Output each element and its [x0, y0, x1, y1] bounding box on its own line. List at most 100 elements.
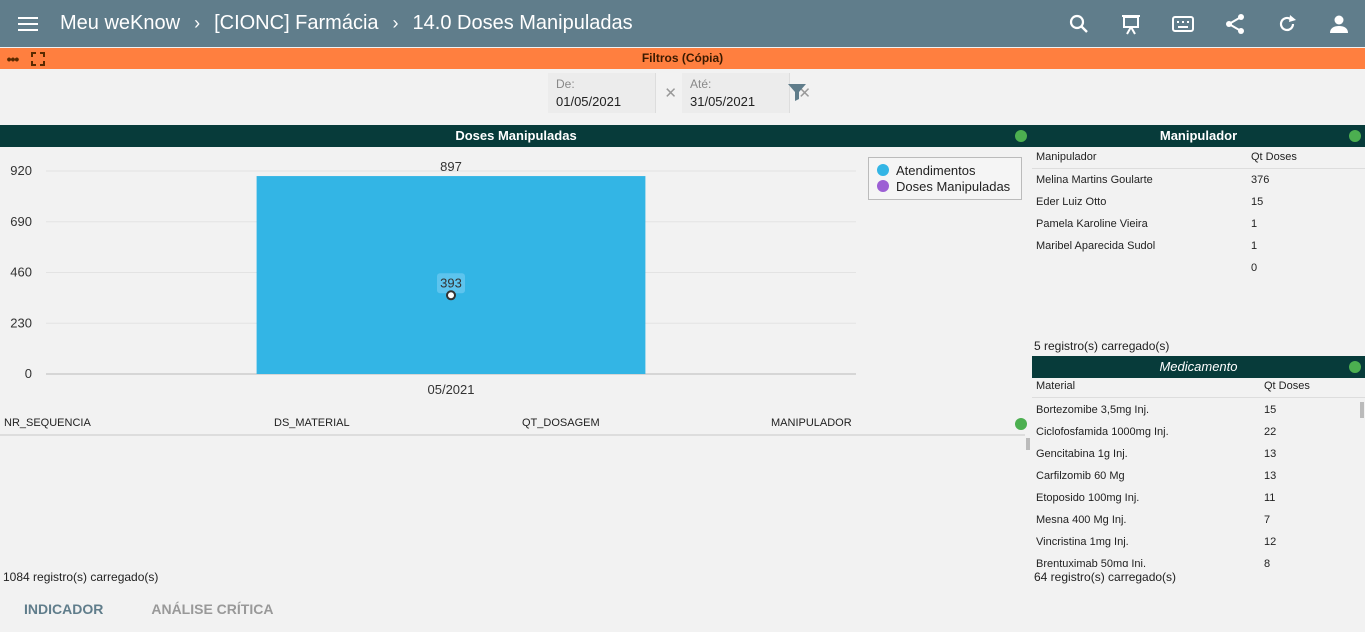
- date-from-label: De:: [556, 77, 575, 91]
- keyboard-button[interactable]: [1157, 0, 1209, 47]
- column-header[interactable]: MANIPULADOR: [771, 417, 852, 429]
- legend-label: Atendimentos: [896, 162, 976, 178]
- chevron-right-icon: ›: [392, 13, 399, 33]
- cell-name: Gencitabina 1g Inj.: [1036, 448, 1128, 460]
- cell-name: Vincristina 1mg Inj.: [1036, 536, 1129, 548]
- tab-indicador[interactable]: INDICADOR: [0, 598, 127, 620]
- date-filters: De: 01/05/2021 ✕ Até: 31/05/2021 ✕: [548, 73, 811, 113]
- column-header[interactable]: QT_DOSAGEM: [522, 417, 600, 429]
- grid-records-count: 1084 registro(s) carregado(s): [3, 570, 159, 584]
- filter-bar: ••• Filtros (Cópia): [0, 48, 1365, 69]
- table-row[interactable]: Etoposido 100mg Inj. 11: [1032, 488, 1362, 510]
- table-row[interactable]: Pamela Karoline Vieira 1: [1032, 214, 1362, 236]
- x-tick-label: 05/2021: [428, 382, 475, 397]
- presentation-icon: [1122, 14, 1140, 34]
- share-button[interactable]: [1209, 0, 1261, 47]
- table-row[interactable]: Mesna 400 Mg Inj. 7: [1032, 510, 1362, 532]
- search-icon: [1069, 14, 1088, 33]
- column-header[interactable]: Qt Doses: [1264, 380, 1310, 392]
- cell-name: Bortezomibe 3,5mg Inj.: [1036, 404, 1150, 416]
- manipulador-records-count: 5 registro(s) carregado(s): [1034, 339, 1170, 353]
- hamburger-icon: [18, 16, 38, 31]
- top-actions: [1053, 0, 1365, 47]
- user-icon: [1330, 15, 1348, 33]
- table-row[interactable]: Bortezomibe 3,5mg Inj. 15: [1032, 400, 1362, 422]
- table-row[interactable]: Vincristina 1mg Inj. 12: [1032, 532, 1362, 554]
- table-row[interactable]: Brentuximab 50mg Inj. 8: [1032, 554, 1362, 567]
- share-icon: [1226, 13, 1244, 34]
- date-from-value[interactable]: 01/05/2021: [556, 94, 647, 109]
- table-header: Manipulador Qt Doses: [1032, 147, 1365, 169]
- status-indicator: [1015, 130, 1027, 142]
- medicamento-panel-header: Medicamento: [1032, 356, 1365, 378]
- table-row[interactable]: Eder Luiz Otto 15: [1032, 192, 1362, 214]
- table-row[interactable]: Ciclofosfamida 1000mg Inj. 22: [1032, 422, 1362, 444]
- cell-value: 11: [1264, 492, 1276, 504]
- cell-value: 13: [1264, 448, 1277, 460]
- y-tick-label: 230: [10, 315, 32, 330]
- date-from-field[interactable]: De: 01/05/2021 ✕: [548, 73, 677, 113]
- cell-value: 22: [1264, 426, 1277, 438]
- cell-value: 15: [1264, 404, 1277, 416]
- cell-name: Pamela Karoline Vieira: [1036, 218, 1148, 230]
- scrollbar[interactable]: [1026, 438, 1030, 450]
- manipulador-table: Manipulador Qt Doses Melina Martins Goul…: [1032, 147, 1365, 274]
- table-row[interactable]: Carfilzomib 60 Mg 13: [1032, 466, 1362, 488]
- medicamento-panel-title: Medicamento: [1159, 359, 1238, 374]
- legend-item[interactable]: Doses Manipuladas: [877, 178, 1013, 194]
- legend-item[interactable]: Atendimentos: [877, 162, 1013, 178]
- medicamento-table: Material Qt Doses Bortezomibe 3,5mg Inj.…: [1032, 376, 1365, 567]
- search-button[interactable]: [1053, 0, 1105, 47]
- date-to-value[interactable]: 31/05/2021: [690, 94, 781, 109]
- cell-name: Maribel Aparecida Sudol: [1036, 240, 1156, 252]
- legend-label: Doses Manipuladas: [896, 178, 1011, 194]
- chevron-right-icon: ›: [194, 13, 201, 33]
- page-title: 14.0 Doses Manipuladas: [412, 12, 633, 34]
- y-tick-label: 460: [10, 265, 32, 280]
- refresh-icon: [1279, 14, 1296, 31]
- breadcrumb: Meu weKnow › [CIONC] Farmácia › 14.0 Dos…: [56, 12, 633, 35]
- medicamento-records-count: 64 registro(s) carregado(s): [1034, 570, 1177, 584]
- refresh-button[interactable]: [1261, 0, 1313, 47]
- table-row[interactable]: Maribel Aparecida Sudol 1: [1032, 236, 1362, 258]
- column-header[interactable]: NR_SEQUENCIA: [4, 417, 91, 429]
- filter-title: Filtros (Cópia): [641, 51, 724, 65]
- close-icon[interactable]: ✕: [664, 84, 677, 102]
- column-header[interactable]: Manipulador: [1036, 151, 1097, 163]
- cell-value: 1: [1251, 218, 1258, 230]
- column-header[interactable]: Material: [1036, 380, 1075, 392]
- date-to-field[interactable]: Até: 31/05/2021 ✕: [682, 73, 811, 113]
- chart-legend: Atendimentos Doses Manipuladas: [868, 157, 1022, 200]
- column-header[interactable]: Qt Doses: [1251, 151, 1297, 163]
- cell-value: 0: [1251, 262, 1258, 274]
- table-row[interactable]: Gencitabina 1g Inj. 13: [1032, 444, 1362, 466]
- breadcrumb-folder[interactable]: [CIONC] Farmácia: [214, 12, 378, 35]
- breadcrumb-app[interactable]: Meu weKnow: [60, 12, 180, 35]
- cell-name: Ciclofosfamida 1000mg Inj.: [1036, 426, 1169, 438]
- tab-analise-critica[interactable]: ANÁLISE CRÍTICA: [127, 598, 297, 620]
- cell-name: Carfilzomib 60 Mg: [1036, 470, 1125, 482]
- bar-data-label: 897: [440, 159, 462, 174]
- cell-value: 8: [1264, 558, 1271, 567]
- cell-name: Eder Luiz Otto: [1036, 196, 1107, 208]
- cell-name: Etoposido 100mg Inj.: [1036, 492, 1140, 504]
- doses-panel-header: Doses Manipuladas: [0, 125, 1032, 147]
- top-bar: Meu weKnow › [CIONC] Farmácia › 14.0 Dos…: [0, 0, 1365, 47]
- y-tick-label: 920: [10, 163, 32, 178]
- status-indicator: [1349, 130, 1361, 142]
- scrollbar[interactable]: [1360, 402, 1364, 418]
- menu-button[interactable]: [0, 0, 56, 47]
- tab-bar: INDICADOR ANÁLISE CRÍTICA: [0, 598, 297, 620]
- table-row[interactable]: 0: [1032, 258, 1362, 280]
- column-header[interactable]: DS_MATERIAL: [274, 417, 350, 429]
- manipulador-panel-title: Manipulador: [1159, 128, 1238, 143]
- cell-value: 376: [1251, 174, 1270, 186]
- table-header: Material Qt Doses: [1032, 376, 1365, 398]
- status-indicator: [1349, 361, 1361, 373]
- presentation-button[interactable]: [1105, 0, 1157, 47]
- user-button[interactable]: [1313, 0, 1365, 47]
- cell-name: Brentuximab 50mg Inj.: [1036, 558, 1147, 567]
- apply-filter-button[interactable]: [787, 82, 807, 107]
- table-row[interactable]: Melina Martins Goularte 376: [1032, 170, 1362, 192]
- cell-value: 12: [1264, 536, 1277, 548]
